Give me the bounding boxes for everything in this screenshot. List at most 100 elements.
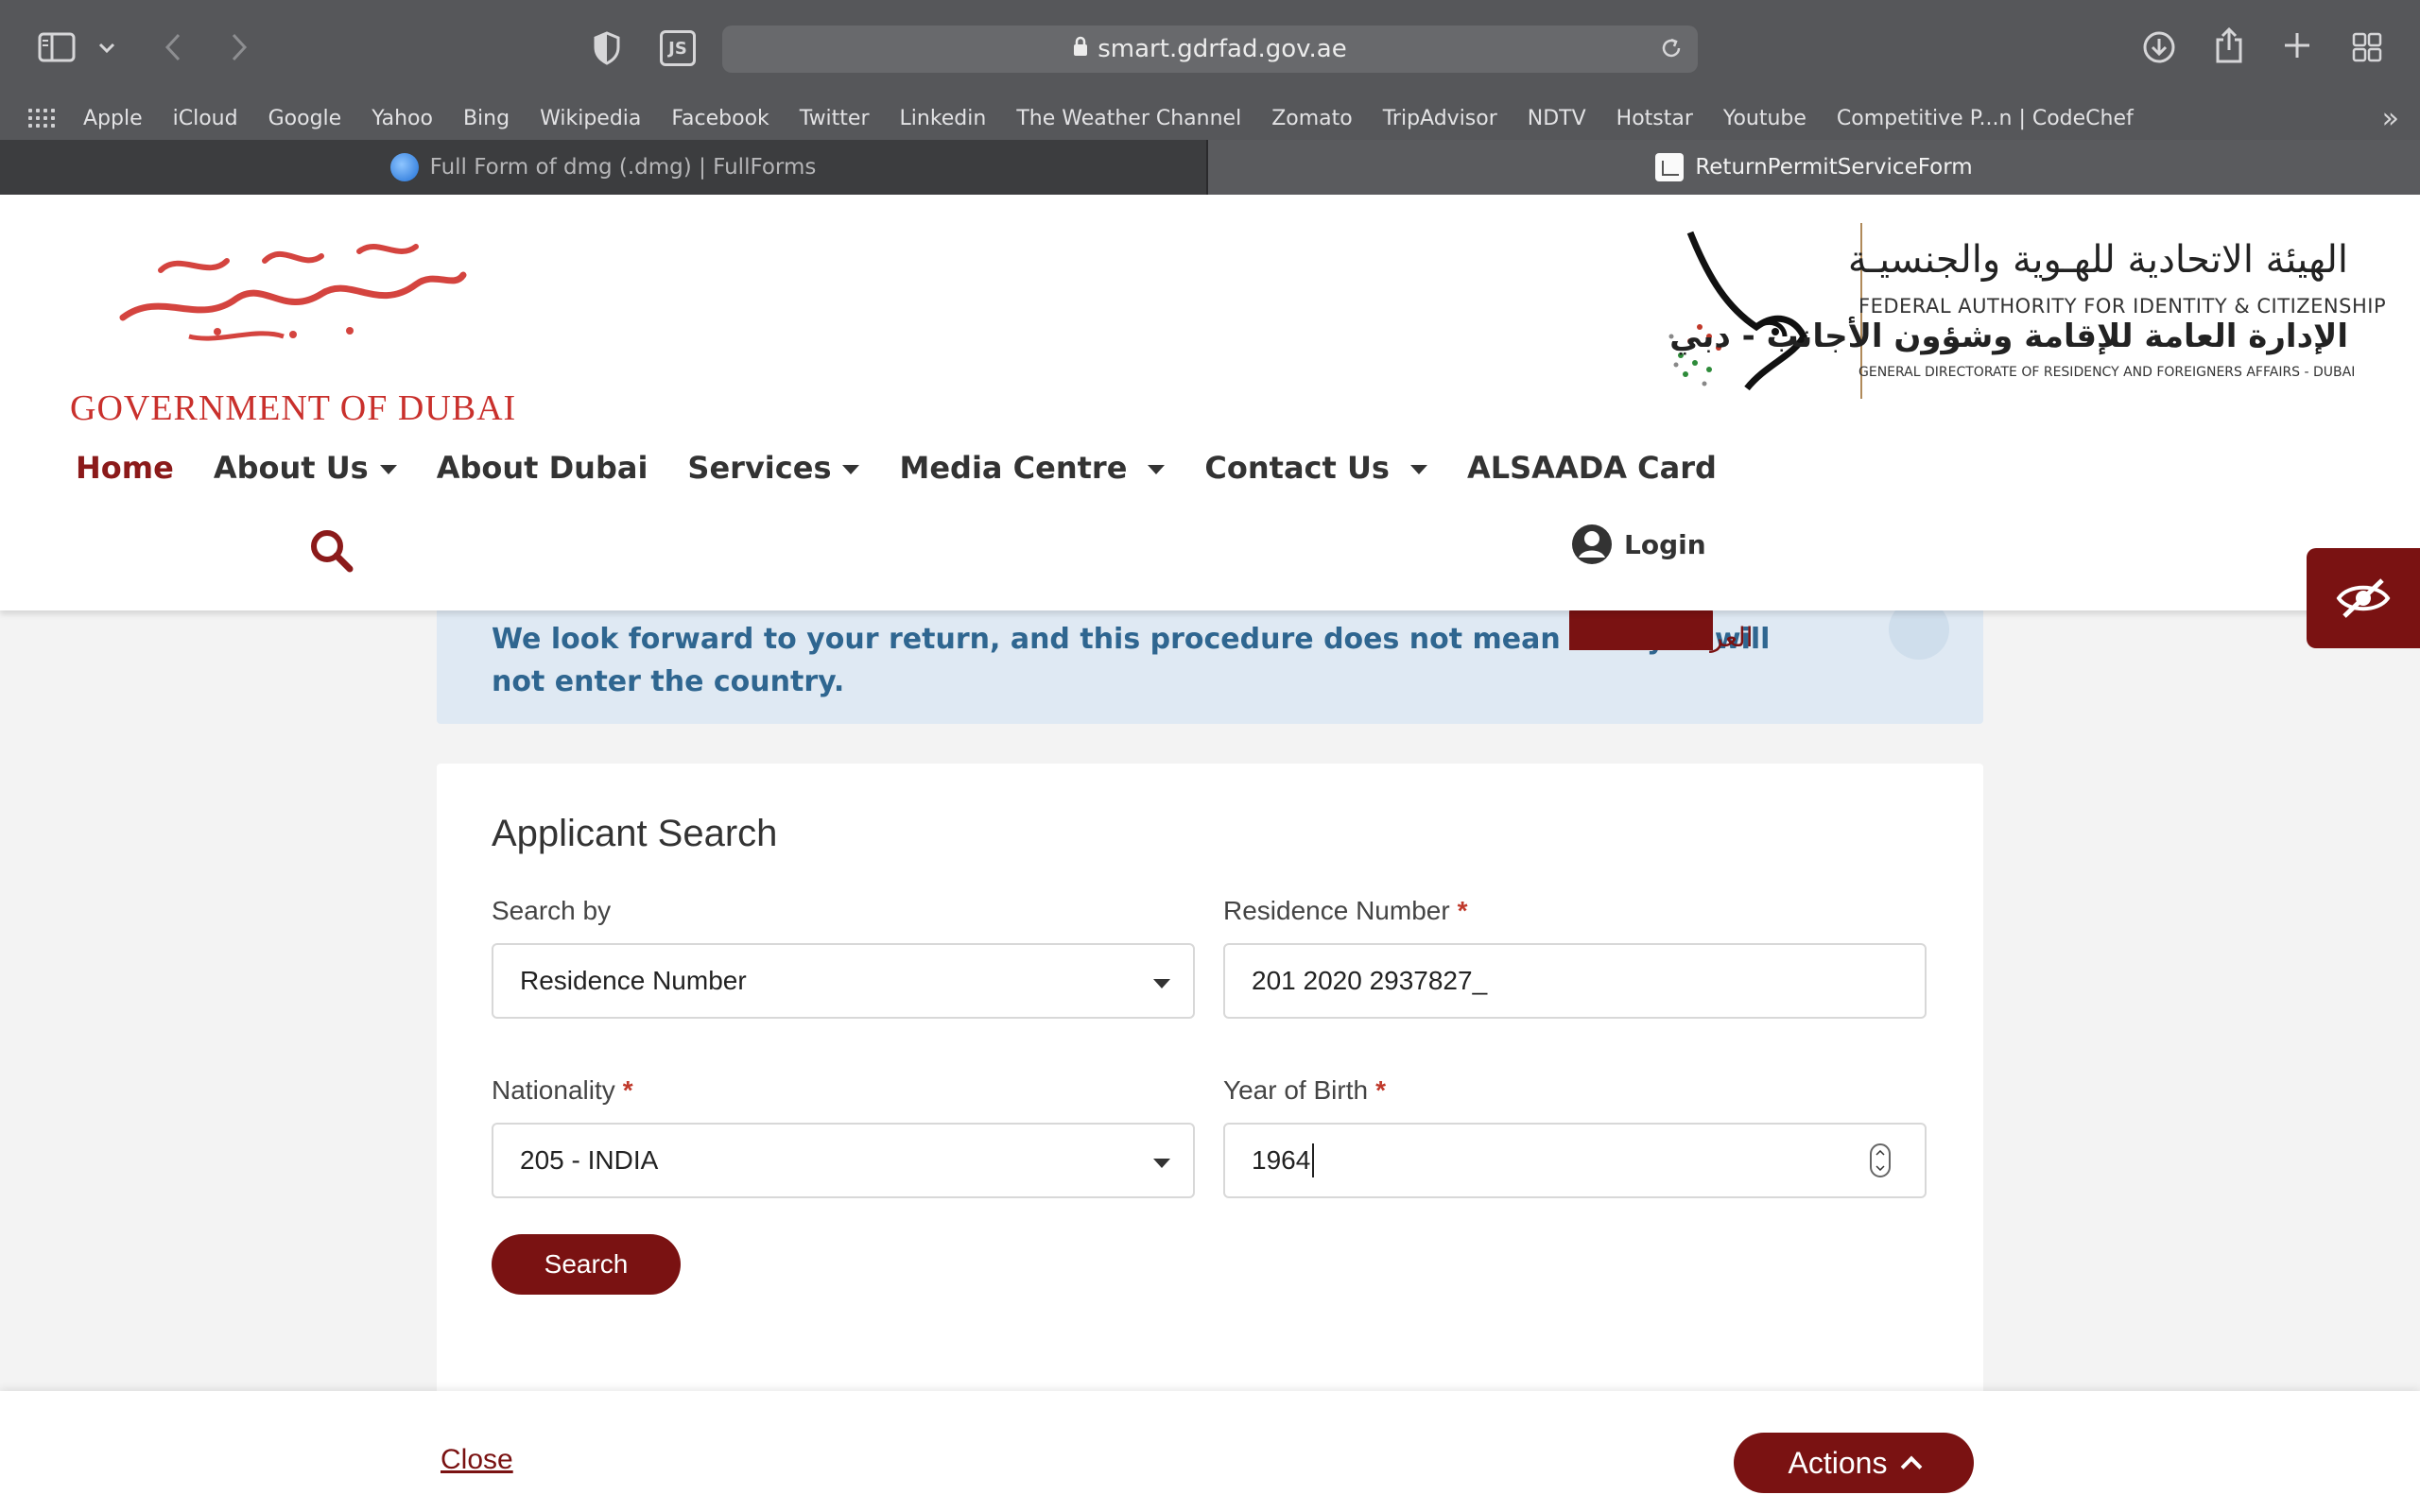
year-of-birth-label: Year of Birth * [1223,1075,1386,1106]
caret-down-icon [1409,465,1427,474]
nav-services[interactable]: Services [687,450,860,486]
nav-about-dubai-label: About Dubai [436,450,648,486]
bookmark-icloud[interactable]: iCloud [173,107,238,130]
bookmark-codechef[interactable]: Competitive P...n | CodeChef [1837,107,2134,130]
year-of-birth-value: 1964 [1252,1145,1311,1175]
reload-icon[interactable] [1660,35,1683,66]
ica-arabic-title: الهيئة الاتحادية للهـوية والجنسيـة [1847,238,2348,282]
search-by-label: Search by [492,896,611,926]
government-of-dubai-logo[interactable]: GOVERNMENT OF DUBAI [70,232,515,428]
year-of-birth-label-text: Year of Birth [1223,1075,1369,1105]
residence-number-label-text: Residence Number [1223,896,1450,925]
fullforms-favicon-icon [389,153,419,181]
back-icon[interactable] [159,30,187,64]
chevron-down-icon [1153,979,1170,988]
sidebar-icon[interactable] [38,32,76,62]
close-link[interactable]: Close [441,1444,513,1476]
bookmark-bing[interactable]: Bing [463,107,510,130]
nav-about-us[interactable]: About Us [214,450,397,486]
chevron-down-icon[interactable] [95,36,119,60]
forward-icon[interactable] [225,30,253,64]
nav-media-centre-label: Media Centre [899,450,1128,486]
bookmark-weather-channel[interactable]: The Weather Channel [1016,107,1241,130]
bookmark-wikipedia[interactable]: Wikipedia [540,107,641,130]
search-by-select[interactable]: Residence Number [492,943,1195,1019]
nav-alsaada-card[interactable]: ALSAADA Card [1467,450,1717,486]
bookmark-hotstar[interactable]: Hotstar [1616,107,1693,130]
bookmark-apple[interactable]: Apple [83,107,143,130]
address-bar[interactable]: smart.gdrfad.gov.ae [722,26,1698,73]
required-marker: * [1375,1075,1386,1105]
share-icon[interactable] [2212,25,2246,66]
falcon-icon [1668,231,1807,391]
bookmark-ndtv[interactable]: NDTV [1528,107,1586,130]
required-marker: * [1457,896,1468,925]
year-of-birth-input[interactable]: 1964 [1223,1123,1927,1198]
bookmark-facebook[interactable]: Facebook [671,107,769,130]
url-text: smart.gdrfad.gov.ae [1098,35,1347,63]
shield-icon[interactable] [590,30,624,66]
search-by-value: Residence Number [520,966,747,995]
residence-number-value: 201 2020 2937827_ [1252,966,1488,995]
residence-number-input[interactable]: 201 2020 2937827_ [1223,943,1927,1019]
bookmark-youtube[interactable]: Youtube [1723,107,1806,130]
nationality-label-text: Nationality [492,1075,615,1105]
plus-icon[interactable] [2280,28,2314,62]
search-icon[interactable] [308,527,354,573]
nav-media-centre[interactable]: Media Centre [899,450,1166,486]
applicant-search-card: Applicant Search Search by Residence Num… [437,764,1983,1425]
search-by-label-text: Search by [492,896,612,925]
nav-about-dubai[interactable]: About Dubai [437,450,648,486]
bookmark-tripadvisor[interactable]: TripAdvisor [1383,107,1497,130]
chevron-up-icon [1901,1455,1923,1478]
bookmark-google[interactable]: Google [268,107,342,130]
js-icon[interactable]: JS [660,30,696,66]
ica-logo[interactable]: الهيئة الاتحادية للهـوية والجنسيـة FEDER… [1643,223,2386,403]
apps-grid-icon[interactable] [28,109,55,128]
text-cursor [1312,1143,1315,1177]
bookmark-zomato[interactable]: Zomato [1271,107,1353,130]
bookmark-yahoo[interactable]: Yahoo [372,107,433,130]
bookmark-linkedin[interactable]: Linkedin [900,107,987,130]
login-button[interactable]: Login [1571,524,1706,565]
grid-icon[interactable] [2350,30,2384,64]
number-spinner-icon[interactable] [1870,1143,1891,1177]
card-title: Applicant Search [492,813,778,854]
nationality-value: 205 - INDIA [520,1145,659,1175]
login-label: Login [1624,528,1706,560]
nav-contact-us[interactable]: Contact Us [1204,450,1427,486]
dubai-calligraphy-icon [119,244,467,341]
actions-button[interactable]: Actions [1734,1433,1974,1493]
bottom-action-bar: Close Actions [0,1391,2420,1512]
nationality-label: Nationality * [492,1075,633,1106]
language-toggle-label[interactable]: العربية [1681,622,1754,653]
chevron-down-icon [1153,1159,1170,1168]
caret-down-icon [1148,465,1166,474]
nav-home-label: Home [76,450,174,486]
nav-contact-us-label: Contact Us [1204,450,1390,486]
user-icon [1572,524,1612,564]
caret-down-icon [379,465,397,474]
bookmarks-bar: Apple iCloud Google Yahoo Bing Wikipedia… [0,96,2420,140]
tab-title: ReturnPermitServiceForm [1695,155,1973,180]
nationality-select[interactable]: 205 - INDIA [492,1123,1195,1198]
tab-fullforms[interactable]: Full Form of dmg (.dmg) | FullForms [0,140,1208,195]
nav-home[interactable]: Home [76,450,174,486]
search-button[interactable]: Search [492,1234,681,1295]
actions-label: Actions [1788,1445,1888,1480]
lock-icon [1073,36,1088,62]
download-icon[interactable] [2140,28,2178,66]
browser-toolbar: JS smart.gdrfad.gov.ae [0,0,2420,96]
ica-english-title: FEDERAL AUTHORITY FOR IDENTITY & CITIZEN… [1858,295,2387,318]
chevron-double-right-icon[interactable]: » [2382,102,2399,135]
tab-title: Full Form of dmg (.dmg) | FullForms [429,155,817,180]
nav-alsaada-card-label: ALSAADA Card [1466,450,1717,486]
accessibility-eye-slash-icon[interactable] [2307,548,2420,648]
site-header: GOVERNMENT OF DUBAI الهيئة الاتحادية لله… [0,195,2420,610]
tab-return-permit[interactable]: ReturnPermitServiceForm [1208,140,2420,195]
bookmark-twitter[interactable]: Twitter [800,107,870,130]
caret-down-icon [842,465,860,474]
residence-number-label: Residence Number * [1223,896,1468,926]
required-marker: * [622,1075,633,1105]
page-favicon-icon [1655,153,1685,181]
